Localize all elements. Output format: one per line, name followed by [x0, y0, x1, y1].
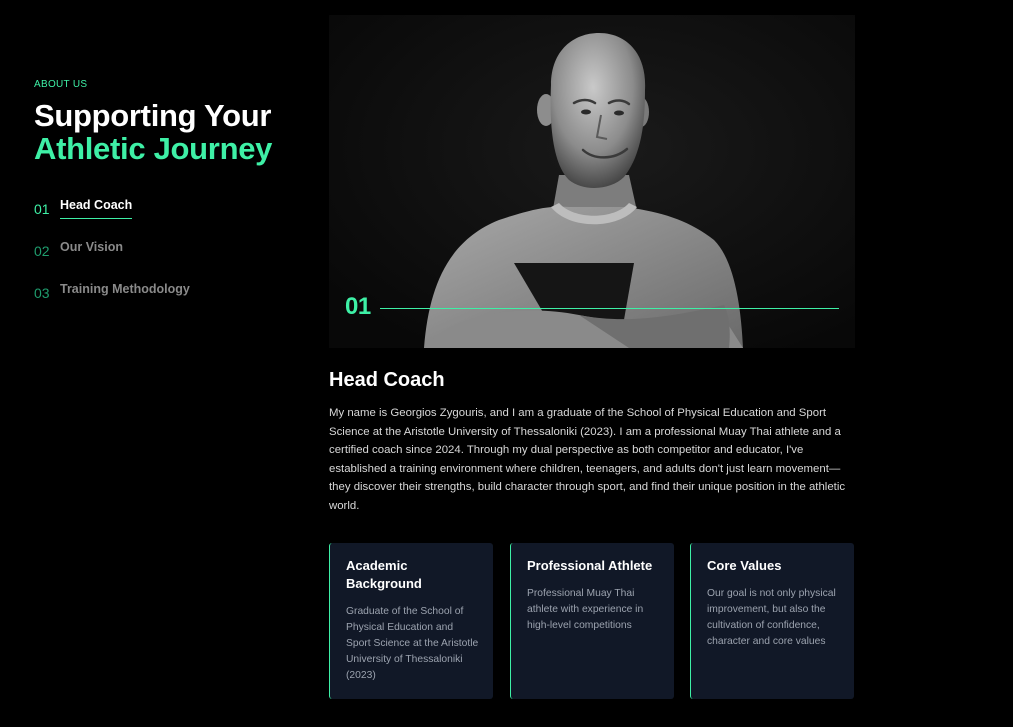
tab-head-coach[interactable]: 01 Head Coach — [34, 195, 284, 237]
card-text: Graduate of the School of Physical Educa… — [346, 606, 479, 681]
tab-label: Head Coach — [60, 195, 133, 219]
card-professional-athlete: Professional Athlete Professional Muay T… — [510, 543, 674, 699]
tab-training-methodology[interactable]: 03 Training Methodology — [34, 279, 284, 321]
card-title: Academic Background — [346, 558, 422, 591]
tab-number: 03 — [34, 285, 50, 301]
tab-our-vision[interactable]: 02 Our Vision — [34, 237, 284, 279]
portrait-accent-line — [380, 308, 839, 309]
card-title: Core Values — [707, 558, 782, 573]
coach-portrait: 01 — [329, 15, 855, 348]
section-eyebrow: ABOUT US — [34, 79, 88, 90]
section-heading: Head Coach — [329, 369, 445, 391]
page-title-line2: Athletic Journey — [34, 131, 273, 166]
tab-label: Our Vision — [60, 240, 123, 254]
section-body: My name is Georgios Zygouris, and I am a… — [329, 407, 846, 512]
tab-label: Training Methodology — [60, 282, 190, 296]
card-text: Our goal is not only physical improvemen… — [707, 588, 836, 647]
about-tab-nav: 01 Head Coach 02 Our Vision 03 Training … — [34, 195, 284, 321]
tab-number: 01 — [34, 201, 50, 217]
card-academic-background: Academic Background Graduate of the Scho… — [329, 543, 493, 699]
page-title-line1: Supporting Your — [34, 98, 272, 133]
card-text: Professional Muay Thai athlete with expe… — [527, 588, 644, 631]
coach-photo-image — [329, 15, 855, 348]
card-title: Professional Athlete — [527, 558, 653, 573]
page-title: Supporting Your Athletic Journey — [34, 99, 272, 165]
card-core-values: Core Values Our goal is not only physica… — [690, 543, 854, 699]
tab-number: 02 — [34, 243, 50, 259]
portrait-index-number: 01 — [345, 293, 371, 320]
